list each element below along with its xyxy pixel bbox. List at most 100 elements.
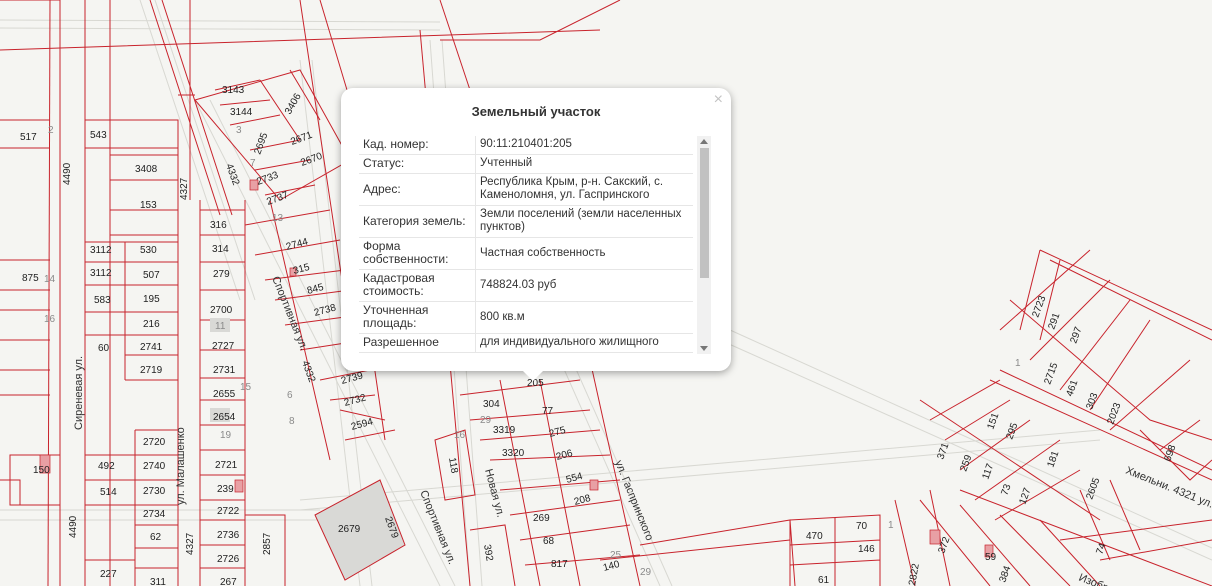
parcel-label: 2721 [215, 460, 238, 471]
row-value: для индивидуального жилищного [475, 333, 693, 353]
parcel-label: 817 [551, 559, 568, 570]
address-number: 1 [888, 520, 894, 531]
street-label: ул. Малашенко [175, 427, 187, 505]
address-number: 25 [610, 550, 622, 561]
parcel-label: 70 [856, 521, 868, 532]
table-row: Категория земель: Земли поселений (земли… [359, 205, 693, 238]
parcel-label: 297 [1068, 325, 1084, 345]
parcel-label: 583 [94, 295, 111, 306]
row-value: Республика Крым, р-н. Сакский, с. Камено… [475, 173, 693, 206]
parcel-label: 392 [481, 544, 495, 563]
parcel-label: 3143 [222, 85, 245, 96]
parcel-label: 60 [98, 343, 110, 354]
parcel-label: 492 [98, 461, 115, 472]
row-key: Разрешенное [359, 333, 476, 353]
parcel-label: 68 [543, 536, 555, 547]
address-number: 16 [44, 314, 56, 325]
close-icon[interactable]: × [714, 91, 723, 109]
parcel-label: 517 [20, 132, 37, 143]
parcel-label: 2740 [143, 461, 166, 472]
parcel-label: 269 [533, 513, 550, 524]
row-value: Земли поселений (земли населенных пункто… [475, 205, 693, 238]
parcel-label: 239 [217, 484, 234, 495]
parcel-label: 77 [542, 406, 554, 417]
parcel-label: 146 [858, 544, 875, 555]
row-value: Частная собственность [475, 237, 693, 270]
parcel-label: 2857 [262, 532, 273, 555]
parcel-label: 2655 [213, 389, 236, 400]
parcel-label: 507 [143, 270, 160, 281]
popup-pointer [523, 371, 543, 381]
parcel-label: 4332 [299, 359, 317, 384]
parcel-label: 2727 [212, 341, 235, 352]
parcel-label: 295 [1004, 421, 1020, 441]
address-number: 2 [48, 125, 54, 136]
parcel-label: 2822 [907, 562, 922, 586]
street-label: Новая ул. [482, 468, 506, 519]
parcel-label: 140 [602, 559, 621, 574]
parcel-label: 2744 [285, 236, 310, 252]
parcel-label: 4332 [223, 162, 241, 187]
row-value: 800 кв.м [475, 301, 693, 334]
address-number: 1 [1015, 358, 1021, 369]
parcel-label: 543 [90, 130, 107, 141]
parcel-label: 275 [548, 425, 567, 440]
parcel-label: 208 [573, 493, 592, 508]
parcel-label: 2720 [143, 437, 166, 448]
parcel-label: 304 [483, 399, 500, 410]
parcel-label: 311 [150, 577, 166, 586]
address-number: 8 [289, 416, 295, 427]
scroll-up-icon[interactable] [700, 139, 708, 144]
parcel-label: 127 [1017, 486, 1033, 506]
parcel-label: 4327 [179, 177, 190, 200]
address-number: 19 [220, 430, 232, 441]
parcel-label: 4490 [68, 515, 79, 538]
parcel-label: 2671 [289, 130, 314, 148]
table-row: Статус: Учтенный [359, 154, 693, 174]
table-row: Кад. номер: 90:11:210401:205 [359, 136, 693, 155]
parcel-label: 267 [220, 577, 237, 586]
popup-scrollbar[interactable] [697, 136, 711, 354]
parcel-label: 2737 [265, 190, 290, 208]
parcel-label: 150 [33, 465, 50, 476]
address-number: 14 [44, 274, 56, 285]
row-value: Учтенный [475, 154, 693, 174]
row-value: 748824.03 руб [475, 269, 693, 302]
parcel-label: 2738 [313, 302, 338, 318]
parcel-label: 2741 [140, 342, 163, 353]
parcel-label: 2731 [213, 365, 236, 376]
table-row: Адрес: Республика Крым, р-н. Сакский, с.… [359, 173, 693, 206]
table-row: Кадастровая стоимость: 748824.03 руб [359, 269, 693, 302]
parcel-label: 61 [818, 575, 830, 586]
parcel-label: 2023 [1105, 401, 1123, 426]
parcel-label: 3144 [230, 107, 253, 118]
parcel-label: 314 [212, 244, 229, 255]
address-number: 16 [454, 430, 466, 441]
parcel-label: 3406 [283, 91, 304, 116]
parcel-label: 2739 [340, 370, 365, 386]
parcel-label: 2736 [217, 530, 240, 541]
scroll-down-icon[interactable] [700, 346, 708, 351]
parcel-label: 206 [555, 448, 574, 463]
parcel-label: 2654 [213, 412, 236, 423]
row-key: Статус: [359, 154, 476, 174]
parcel-label: 2722 [217, 506, 240, 517]
parcel-label: 303 [1084, 391, 1100, 411]
popup-scroll-area[interactable]: Кад. номер: 90:11:210401:205 Статус: Учт… [359, 136, 711, 358]
address-number: 29 [640, 567, 652, 578]
scroll-thumb[interactable] [700, 148, 709, 278]
row-key: Уточненная площадь: [359, 301, 476, 334]
parcel-info-table: Кад. номер: 90:11:210401:205 Статус: Учт… [359, 136, 693, 353]
parcel-label: 73 [999, 482, 1013, 497]
row-value: 90:11:210401:205 [475, 136, 693, 155]
parcel-label: 2679 [338, 524, 361, 535]
parcel-label: 2695 [252, 131, 270, 156]
address-number: 11 [215, 321, 226, 332]
parcel-label: 117 [980, 462, 996, 481]
row-key: Кад. номер: [359, 136, 476, 155]
parcel-label: 2719 [140, 365, 163, 376]
parcel-label: 4490 [62, 162, 73, 185]
parcel-label: 316 [210, 220, 227, 231]
parcel-label: 74 [1094, 541, 1108, 556]
parcel-label: 2715 [1042, 361, 1060, 386]
